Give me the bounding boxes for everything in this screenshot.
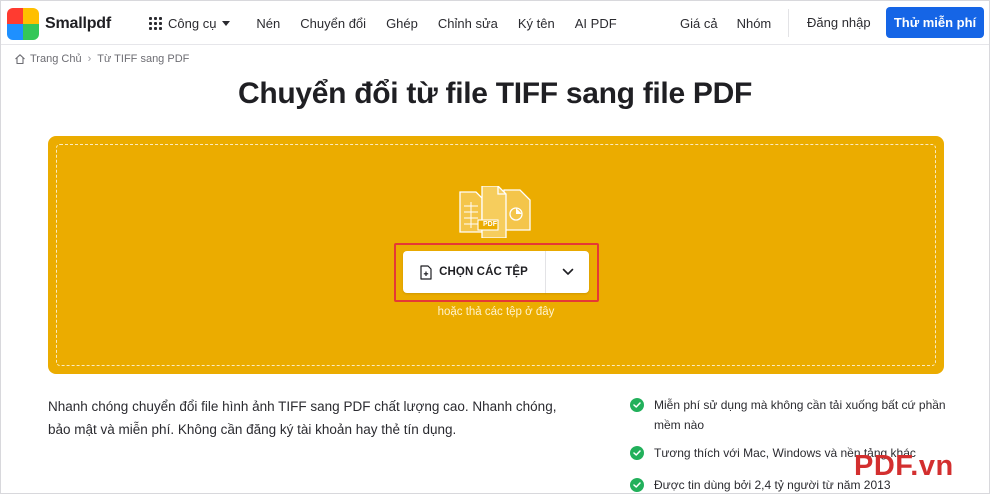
- tools-menu[interactable]: Công cụ: [149, 15, 231, 31]
- nav-link-ai-pdf[interactable]: AI PDF: [575, 16, 617, 31]
- apps-grid-icon: [149, 16, 162, 30]
- nav-link-convert[interactable]: Chuyển đổi: [300, 16, 366, 31]
- choose-files-button[interactable]: CHỌN CÁC TỆP: [403, 251, 546, 293]
- description-line: bảo mật và miễn phí. Không cần đăng ký t…: [48, 422, 457, 437]
- feature-text: mềm nào: [654, 418, 705, 432]
- main-nav: Công cụ Nén Chuyển đổi Ghép Chỉnh sửa Ký…: [149, 1, 637, 45]
- upload-options-dropdown[interactable]: [546, 251, 589, 293]
- home-icon: [15, 54, 25, 65]
- nav-divider: [788, 9, 789, 37]
- nav-link-sign[interactable]: Ký tên: [518, 16, 555, 31]
- choose-files-label: CHỌN CÁC TỆP: [439, 266, 528, 278]
- secondary-nav: Giá cả Nhóm: [680, 1, 790, 45]
- brand-name: Smallpdf: [45, 15, 111, 32]
- nav-link-compress[interactable]: Nén: [256, 16, 280, 31]
- check-circle-icon: [630, 478, 644, 492]
- nav-link-edit[interactable]: Chỉnh sửa: [438, 16, 498, 31]
- smallpdf-logo-icon: [7, 8, 39, 40]
- illustration-pdf-label: PDF: [483, 221, 497, 228]
- caret-down-icon: [222, 20, 231, 26]
- check-circle-icon: [630, 398, 644, 412]
- chevron-down-icon: [562, 268, 573, 275]
- smallpdf-logo[interactable]: Smallpdf: [7, 8, 111, 40]
- documents-illustration-icon: [459, 186, 531, 238]
- nav-link-pricing[interactable]: Giá cả: [680, 16, 718, 31]
- feature-item: Miễn phí sử dụng mà không cần tải xuống …: [630, 395, 946, 435]
- top-navigation-bar: Smallpdf Công cụ Nén Chuyển đổi Ghép Chỉ…: [1, 1, 989, 45]
- check-circle-icon: [630, 446, 644, 460]
- tools-menu-label: Công cụ: [168, 15, 217, 31]
- nav-link-teams[interactable]: Nhóm: [737, 16, 772, 31]
- description-line: Nhanh chóng chuyển đổi file hình ảnh TIF…: [48, 399, 557, 414]
- feature-item: Được tin dùng bởi 2,4 tỷ người từ năm 20…: [630, 475, 891, 494]
- tool-description: Nhanh chóng chuyển đổi file hình ảnh TIF…: [48, 395, 558, 441]
- breadcrumb-separator: ›: [87, 53, 92, 65]
- page-title: Chuyển đổi từ file TIFF sang file PDF: [238, 77, 752, 110]
- breadcrumb-current: Từ TIFF sang PDF: [97, 53, 190, 65]
- breadcrumb: Trang Chủ › Từ TIFF sang PDF: [14, 53, 189, 65]
- login-link[interactable]: Đăng nhập: [807, 15, 871, 30]
- nav-link-merge[interactable]: Ghép: [386, 16, 418, 31]
- drop-hint-text: hoặc thả các tệp ở đây: [437, 306, 555, 318]
- pdf-vn-watermark: PDF.vn: [854, 450, 954, 482]
- free-trial-button[interactable]: Thử miễn phí: [886, 7, 984, 38]
- breadcrumb-home[interactable]: Trang Chủ: [30, 53, 82, 65]
- choose-files-button-group: CHỌN CÁC TỆP: [403, 251, 589, 293]
- feature-text: Miễn phí sử dụng mà không cần tải xuống …: [654, 398, 946, 412]
- file-plus-icon: [420, 264, 432, 280]
